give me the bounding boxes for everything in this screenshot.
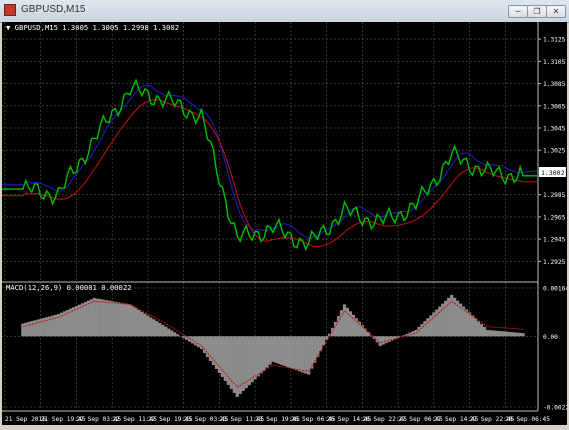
chart-area[interactable]: ▼ GBPUSD,M15 1.3005 1.3005 1.2998 1.3002… <box>2 22 569 425</box>
price-tick-label: 1.2965 <box>543 214 566 221</box>
time-tick-label: 28 Sep 06:45 <box>505 416 550 423</box>
price-tick-label: 1.3085 <box>543 81 566 88</box>
price-tick-label: 1.3125 <box>543 37 566 44</box>
price-chart[interactable]: ▼ GBPUSD,M15 1.3005 1.3005 1.2998 1.3002… <box>2 22 569 425</box>
price-tick-label: 1.3025 <box>543 148 566 155</box>
price-tick-label: 1.2985 <box>543 192 566 199</box>
title-bar[interactable]: GBPUSD,M15 ─ ❐ ✕ <box>0 0 569 23</box>
minimize-button[interactable]: ─ <box>508 5 528 18</box>
price-tick-label: 1.3105 <box>543 59 566 66</box>
macd-tick-label: 0.00 <box>543 334 558 341</box>
price-tick-label: 1.2925 <box>543 259 566 266</box>
symbol-header: ▼ GBPUSD,M15 1.3005 1.3005 1.2998 1.3002 <box>6 23 179 32</box>
price-tick-label: 1.3065 <box>543 103 566 110</box>
price-tick-label: 1.2945 <box>543 237 566 244</box>
macd-tick-label: -0.00228 <box>543 405 567 412</box>
close-button[interactable]: ✕ <box>546 5 566 18</box>
macd-header: MACD(12,26,9) 0.00001 0.00022 <box>6 283 132 292</box>
chart-window-icon <box>4 4 16 16</box>
time-axis-ticks: 21 Sep 201621 Sep 19:4522 Sep 03:4522 Se… <box>5 416 550 423</box>
price-tick-label: 1.3045 <box>543 126 566 133</box>
window-title: GBPUSD,M15 <box>21 4 86 15</box>
restore-button[interactable]: ❐ <box>527 5 547 18</box>
macd-tick-label: 0.00164 <box>543 286 567 293</box>
chart-window: GBPUSD,M15 ─ ❐ ✕ ▼ GBPUSD,M15 1.3005 1.3… <box>0 0 569 427</box>
current-price-label: 1.3002 <box>541 169 565 177</box>
